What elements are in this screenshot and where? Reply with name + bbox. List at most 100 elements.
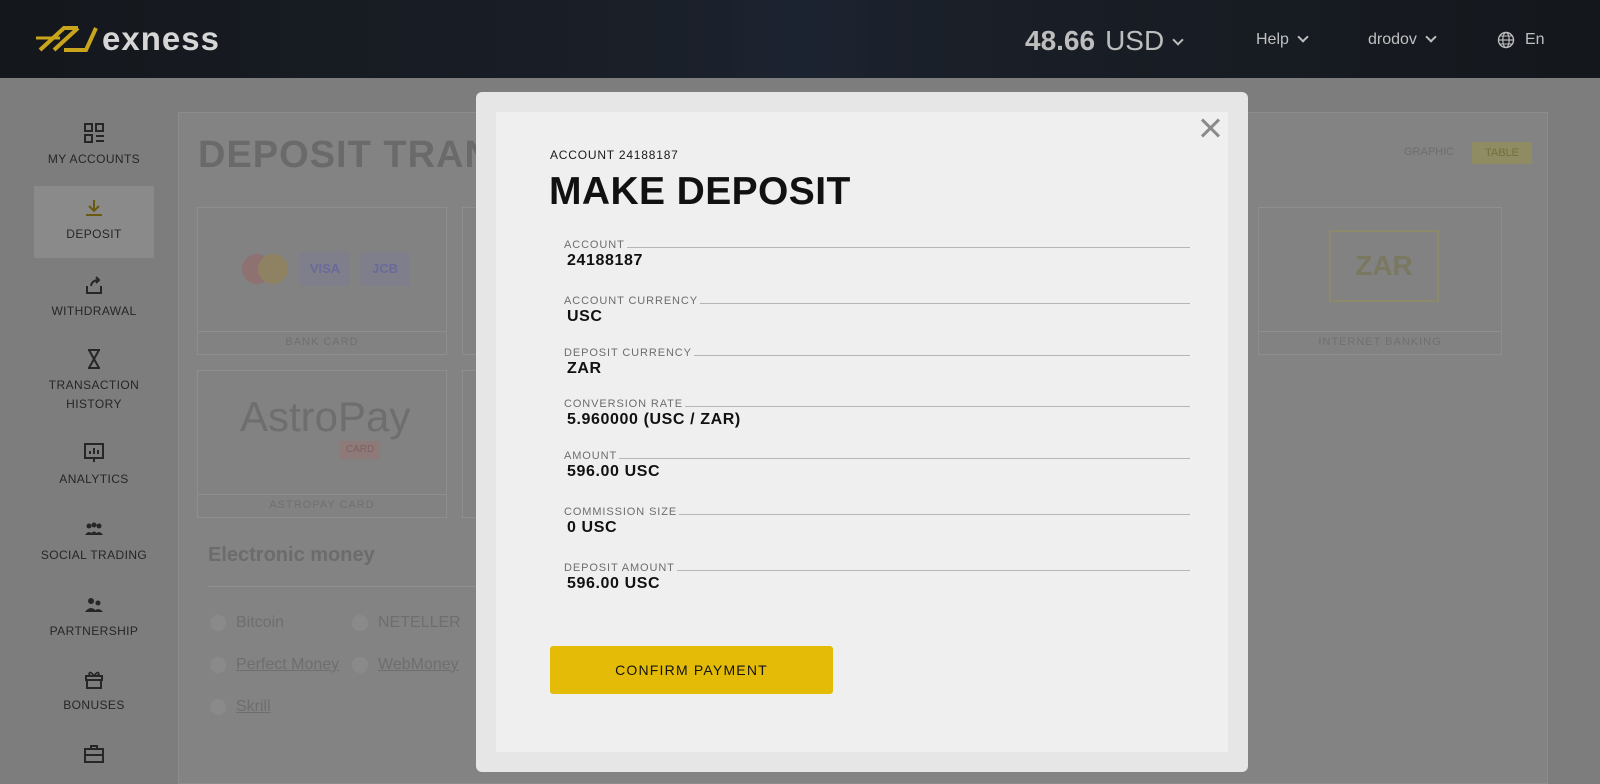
modal-title: MAKE DEPOSIT — [549, 170, 851, 213]
sidebar-item-label: MY ACCOUNTS — [47, 152, 141, 166]
sidebar-item-my-accounts[interactable]: MY ACCOUNTS — [34, 122, 154, 169]
top-header: exness 48.66 USD Help drodov En — [0, 0, 1600, 78]
field-label-row: ACCOUNT — [564, 239, 1190, 251]
confirm-payment-button[interactable]: CONFIRM PAYMENT — [550, 646, 833, 694]
field-label-row: ACCOUNT CURRENCY — [564, 295, 1190, 307]
chevron-down-icon — [1425, 31, 1437, 43]
field-label-row: COMMISSION SIZE — [564, 506, 1190, 518]
tile-divider — [1259, 331, 1501, 332]
field-value: 0 USC — [567, 519, 618, 536]
field-rule — [685, 405, 1190, 407]
exness-logo[interactable]: exness — [34, 20, 220, 57]
language-label: En — [1525, 31, 1545, 48]
method-bitcoin[interactable]: Bitcoin — [210, 614, 284, 632]
account-reference: ACCOUNT 24188187 — [550, 148, 679, 162]
tile-caption: INTERNET BANKING — [1318, 336, 1442, 348]
bitcoin-icon — [210, 615, 226, 631]
method-label: NETELLER — [378, 614, 461, 631]
method-label: Skrill — [236, 698, 271, 715]
field-label: AMOUNT — [564, 450, 618, 462]
field-value: USC — [567, 308, 603, 325]
card-logos: VISA JCB — [240, 252, 410, 286]
mastercard-logo — [240, 252, 290, 286]
view-toggle-table[interactable]: TABLE — [1472, 142, 1532, 164]
help-menu[interactable]: Help — [1256, 31, 1309, 49]
download-icon — [86, 200, 102, 216]
field-value: 596.00 USC — [567, 575, 661, 592]
payment-tile-astropay[interactable]: AstroPay CARD ASTROPAY CARD — [197, 370, 447, 518]
field-rule — [619, 457, 1190, 459]
method-webmoney[interactable]: WebMoney — [352, 656, 459, 674]
hourglass-icon — [88, 349, 100, 369]
sidebar-item-partnership[interactable]: PARTNERSHIP — [34, 594, 154, 641]
field-label: DEPOSIT CURRENCY — [564, 347, 692, 359]
tile-divider — [198, 494, 446, 495]
chart-board-icon — [84, 443, 104, 462]
sidebar-item-bonuses[interactable]: BONUSES — [34, 668, 154, 715]
sidebar-item-label: TRANSACTION HISTORY — [48, 378, 140, 411]
field-label: COMMISSION SIZE — [564, 506, 678, 518]
astropay-card-label: CARD — [340, 441, 380, 459]
user-menu[interactable]: drodov — [1368, 31, 1437, 49]
help-label: Help — [1256, 31, 1289, 48]
close-icon[interactable] — [1196, 114, 1224, 142]
sidebar-item-label: BONUSES — [63, 698, 125, 712]
field-rule — [699, 302, 1190, 304]
method-label: Bitcoin — [236, 614, 285, 631]
field-label: CONVERSION RATE — [564, 398, 684, 410]
sidebar-item-more[interactable] — [34, 742, 154, 770]
method-label: WebMoney — [378, 656, 459, 673]
method-skrill[interactable]: Skrill — [210, 698, 271, 716]
payment-tile-bank-card[interactable]: VISA JCB BANK CARD — [197, 207, 447, 355]
globe-icon — [1497, 31, 1515, 49]
sidebar-item-analytics[interactable]: ANALYTICS — [34, 442, 154, 489]
tile-divider — [198, 331, 446, 332]
visa-logo: VISA — [300, 252, 350, 286]
method-neteller[interactable]: NETELLER — [352, 614, 461, 632]
page-title: DEPOSIT TRANS — [198, 134, 520, 176]
webmoney-icon — [352, 657, 368, 673]
sidebar-item-label: PARTNERSHIP — [49, 624, 139, 638]
logo-text: exness — [102, 20, 220, 57]
field-commission-size: COMMISSION SIZE 0 USC — [564, 506, 1190, 537]
field-account: ACCOUNT 24188187 — [564, 239, 1190, 270]
sidebar-item-social-trading[interactable]: SOCIAL TRADING — [34, 518, 154, 565]
field-label-row: DEPOSIT CURRENCY — [564, 347, 1190, 359]
tile-caption: ASTROPAY CARD — [269, 499, 375, 511]
field-label: ACCOUNT — [564, 239, 625, 251]
view-toggle-graphic[interactable]: GRAPHIC — [1404, 146, 1454, 158]
payment-tile-internet-banking[interactable]: ZAR INTERNET BANKING — [1258, 207, 1502, 355]
briefcase-icon — [84, 745, 104, 763]
field-value: ZAR — [567, 360, 602, 377]
sidebar-item-label: SOCIAL TRADING — [40, 548, 148, 562]
field-label-row: DEPOSIT AMOUNT — [564, 562, 1190, 574]
neteller-icon — [352, 615, 368, 631]
gift-icon — [85, 671, 103, 689]
sidebar: MY ACCOUNTS DEPOSIT WITHDRAWAL TRANSACTI… — [0, 78, 188, 784]
field-label: DEPOSIT AMOUNT — [564, 562, 675, 574]
field-label: ACCOUNT CURRENCY — [564, 295, 698, 307]
field-account-currency: ACCOUNT CURRENCY USC — [564, 295, 1190, 326]
grid-icon — [84, 123, 104, 143]
sidebar-item-withdrawal[interactable]: WITHDRAWAL — [34, 274, 154, 321]
exness-logo-icon — [36, 26, 98, 52]
balance-dropdown[interactable]: 48.66 USD — [1025, 25, 1184, 57]
sidebar-item-deposit[interactable]: DEPOSIT — [34, 186, 154, 258]
field-rule — [676, 569, 1190, 571]
sidebar-item-label: WITHDRAWAL — [51, 304, 137, 318]
sidebar-item-transaction-history[interactable]: TRANSACTION HISTORY — [34, 348, 154, 414]
method-perfect-money[interactable]: Perfect Money — [210, 656, 339, 674]
electronic-money-heading: Electronic money — [208, 544, 375, 566]
method-label: Perfect Money — [236, 656, 340, 673]
tile-caption: BANK CARD — [285, 336, 359, 348]
field-deposit-currency: DEPOSIT CURRENCY ZAR — [564, 347, 1190, 378]
astropay-logo: AstroPay — [240, 393, 411, 440]
section-divider — [208, 586, 498, 587]
skrill-icon — [210, 699, 226, 715]
sidebar-item-label: DEPOSIT — [66, 227, 122, 241]
field-value: 596.00 USC — [567, 463, 661, 480]
language-selector[interactable]: En — [1497, 31, 1545, 49]
field-conversion-rate: CONVERSION RATE 5.960000 (USC / ZAR) — [564, 398, 1190, 429]
field-rule — [693, 354, 1190, 356]
field-label-row: AMOUNT — [564, 450, 1190, 462]
